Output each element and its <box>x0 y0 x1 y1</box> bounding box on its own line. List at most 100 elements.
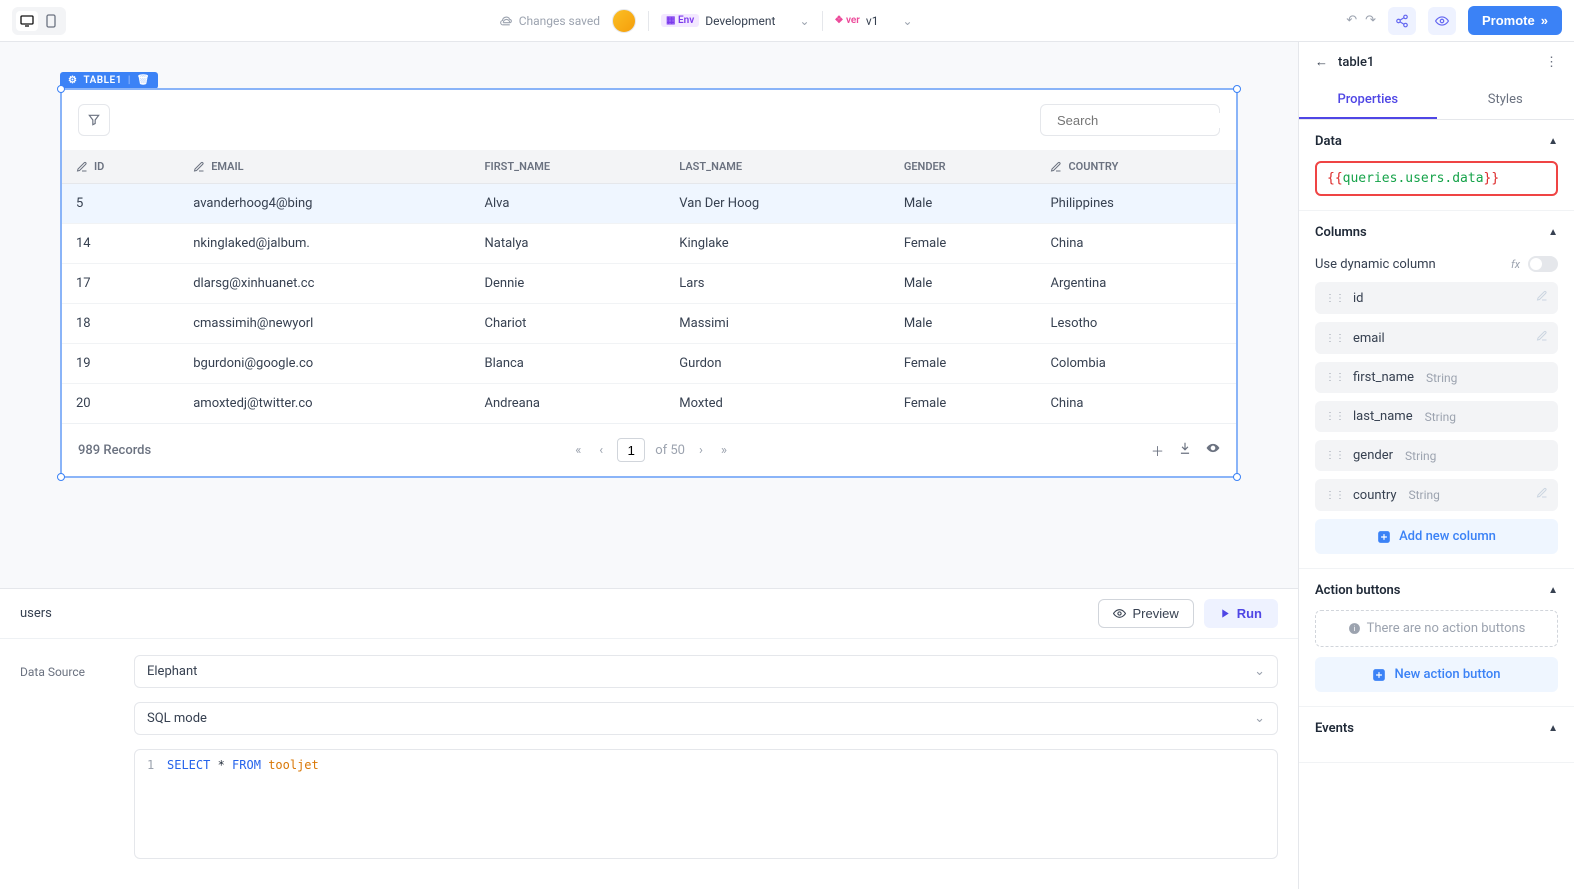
data-binding-input[interactable]: {{queries.users.data}} <box>1315 161 1558 196</box>
table-cell: avanderhoog4@bing <box>179 184 470 224</box>
column-config-item[interactable]: ⋮⋮last_nameString <box>1315 401 1558 432</box>
pencil-icon[interactable] <box>1536 487 1548 503</box>
table-row[interactable]: 14nkinglaked@jalbum.NatalyaKinglakeFemal… <box>62 224 1236 264</box>
drag-handle-icon[interactable]: ⋮⋮ <box>1325 490 1345 501</box>
download-button[interactable] <box>1178 441 1192 460</box>
promote-button[interactable]: Promote » <box>1468 6 1562 35</box>
environment-selector[interactable]: ▦ Env Development ⌄ <box>661 14 809 28</box>
pencil-icon[interactable] <box>1536 290 1548 306</box>
drag-handle-icon[interactable]: ⋮⋮ <box>1325 372 1345 383</box>
visibility-button[interactable] <box>1206 441 1220 460</box>
table-row[interactable]: 5avanderhoog4@bingAlvaVan Der HoogMalePh… <box>62 184 1236 224</box>
table-cell: Gurdon <box>665 344 890 384</box>
table-cell: Female <box>890 224 1037 264</box>
column-header[interactable]: COUNTRY <box>1036 150 1236 184</box>
more-icon[interactable]: ⋮ <box>1545 55 1558 70</box>
section-events-toggle[interactable]: Events ▲ <box>1315 721 1558 736</box>
resize-handle[interactable] <box>57 473 65 481</box>
datasource-select[interactable]: Elephant ⌄ <box>134 655 1278 688</box>
add-column-button[interactable]: Add new column <box>1315 519 1558 554</box>
drag-handle-icon[interactable]: ⋮⋮ <box>1325 411 1345 422</box>
table-cell: bgurdoni@google.co <box>179 344 470 384</box>
dynamic-column-toggle[interactable] <box>1528 256 1558 272</box>
table-cell: Alva <box>470 184 665 224</box>
section-action-buttons-toggle[interactable]: Action buttons ▲ <box>1315 583 1558 598</box>
table-row[interactable]: 20amoxtedj@twitter.coAndreanaMoxtedFemal… <box>62 384 1236 424</box>
table-cell: China <box>1036 224 1236 264</box>
search-box[interactable] <box>1040 104 1220 136</box>
add-row-button[interactable]: ＋ <box>1151 441 1164 460</box>
table-row[interactable]: 19bgurdoni@google.coBlancaGurdonFemaleCo… <box>62 344 1236 384</box>
preview-query-button[interactable]: Preview <box>1098 599 1193 628</box>
settings-icon[interactable]: ⚙ <box>68 75 77 86</box>
table-row[interactable]: 18cmassimih@newyorlChariotMassimiMaleLes… <box>62 304 1236 344</box>
table-cell: Male <box>890 264 1037 304</box>
redo-button[interactable]: ↷ <box>1365 13 1376 28</box>
column-header[interactable]: LAST_NAME <box>665 150 890 184</box>
canvas[interactable]: ⚙ TABLE1 | 🗑 <box>0 42 1298 588</box>
search-input[interactable] <box>1057 113 1233 128</box>
avatar[interactable] <box>612 9 636 33</box>
table-row[interactable]: 17dlarsg@xinhuanet.ccDennieLarsMaleArgen… <box>62 264 1236 304</box>
column-config-item[interactable]: ⋮⋮email <box>1315 322 1558 354</box>
resize-handle[interactable] <box>1233 85 1241 93</box>
back-button[interactable]: ← <box>1315 54 1328 70</box>
fx-button[interactable]: fx <box>1511 258 1520 271</box>
drag-handle-icon[interactable]: ⋮⋮ <box>1325 293 1345 304</box>
table-widget[interactable]: IDEMAILFIRST_NAMELAST_NAMEGENDERCOUNTRY … <box>60 88 1238 478</box>
table-cell: China <box>1036 384 1236 424</box>
version-selector[interactable]: ❖ ver v1 ⌄ <box>835 14 913 28</box>
table-cell: Massimi <box>665 304 890 344</box>
table-cell: Dennie <box>470 264 665 304</box>
filter-button[interactable] <box>78 104 110 136</box>
separator <box>648 11 649 31</box>
table-cell: 19 <box>62 344 179 384</box>
desktop-view-button[interactable] <box>16 11 38 31</box>
column-config-item[interactable]: ⋮⋮countryString <box>1315 479 1558 511</box>
column-header[interactable]: FIRST_NAME <box>470 150 665 184</box>
column-header[interactable]: EMAIL <box>179 150 470 184</box>
resize-handle[interactable] <box>1233 473 1241 481</box>
save-status: Changes saved <box>500 14 600 28</box>
save-status-text: Changes saved <box>519 14 600 28</box>
column-header[interactable]: ID <box>62 150 179 184</box>
table-cell: Colombia <box>1036 344 1236 384</box>
resize-handle[interactable] <box>57 85 65 93</box>
new-action-button[interactable]: New action button <box>1315 657 1558 692</box>
column-config-item[interactable]: ⋮⋮first_nameString <box>1315 362 1558 393</box>
run-query-button[interactable]: Run <box>1204 599 1278 628</box>
column-config-item[interactable]: ⋮⋮genderString <box>1315 440 1558 471</box>
section-columns-toggle[interactable]: Columns ▲ <box>1315 225 1558 240</box>
chevron-down-icon: ⌄ <box>799 14 809 28</box>
undo-button[interactable]: ↶ <box>1346 13 1357 28</box>
table-cell: Andreana <box>470 384 665 424</box>
page-input[interactable] <box>617 438 645 462</box>
table-cell: Lars <box>665 264 890 304</box>
table-cell: Lesotho <box>1036 304 1236 344</box>
query-name: users <box>20 606 52 621</box>
delete-icon[interactable]: 🗑 <box>137 75 150 86</box>
last-page-button[interactable]: » <box>717 441 731 460</box>
table-cell: Kinglake <box>665 224 890 264</box>
page-total: of 50 <box>655 443 685 458</box>
next-page-button[interactable]: › <box>695 441 707 460</box>
chevron-down-icon: ⌄ <box>1254 664 1265 679</box>
column-config-item[interactable]: ⋮⋮id <box>1315 282 1558 314</box>
tab-properties[interactable]: Properties <box>1299 82 1437 119</box>
sql-editor[interactable]: 1 SELECT * FROM tooljet <box>134 749 1278 859</box>
tab-styles[interactable]: Styles <box>1437 82 1574 119</box>
share-button[interactable] <box>1388 7 1416 35</box>
first-page-button[interactable]: « <box>571 441 585 460</box>
section-data-toggle[interactable]: Data ▲ <box>1315 134 1558 149</box>
drag-handle-icon[interactable]: ⋮⋮ <box>1325 333 1345 344</box>
svg-text:i: i <box>1353 624 1355 633</box>
inspector-panel: ← table1 ⋮ Properties Styles Data ▲ {{qu… <box>1298 42 1574 889</box>
column-header[interactable]: GENDER <box>890 150 1037 184</box>
pencil-icon[interactable] <box>1536 330 1548 346</box>
prev-page-button[interactable]: ‹ <box>595 441 607 460</box>
preview-app-button[interactable] <box>1428 7 1456 35</box>
sql-mode-select[interactable]: SQL mode ⌄ <box>134 702 1278 735</box>
info-icon: i <box>1348 622 1361 635</box>
mobile-view-button[interactable] <box>40 11 62 31</box>
drag-handle-icon[interactable]: ⋮⋮ <box>1325 450 1345 461</box>
